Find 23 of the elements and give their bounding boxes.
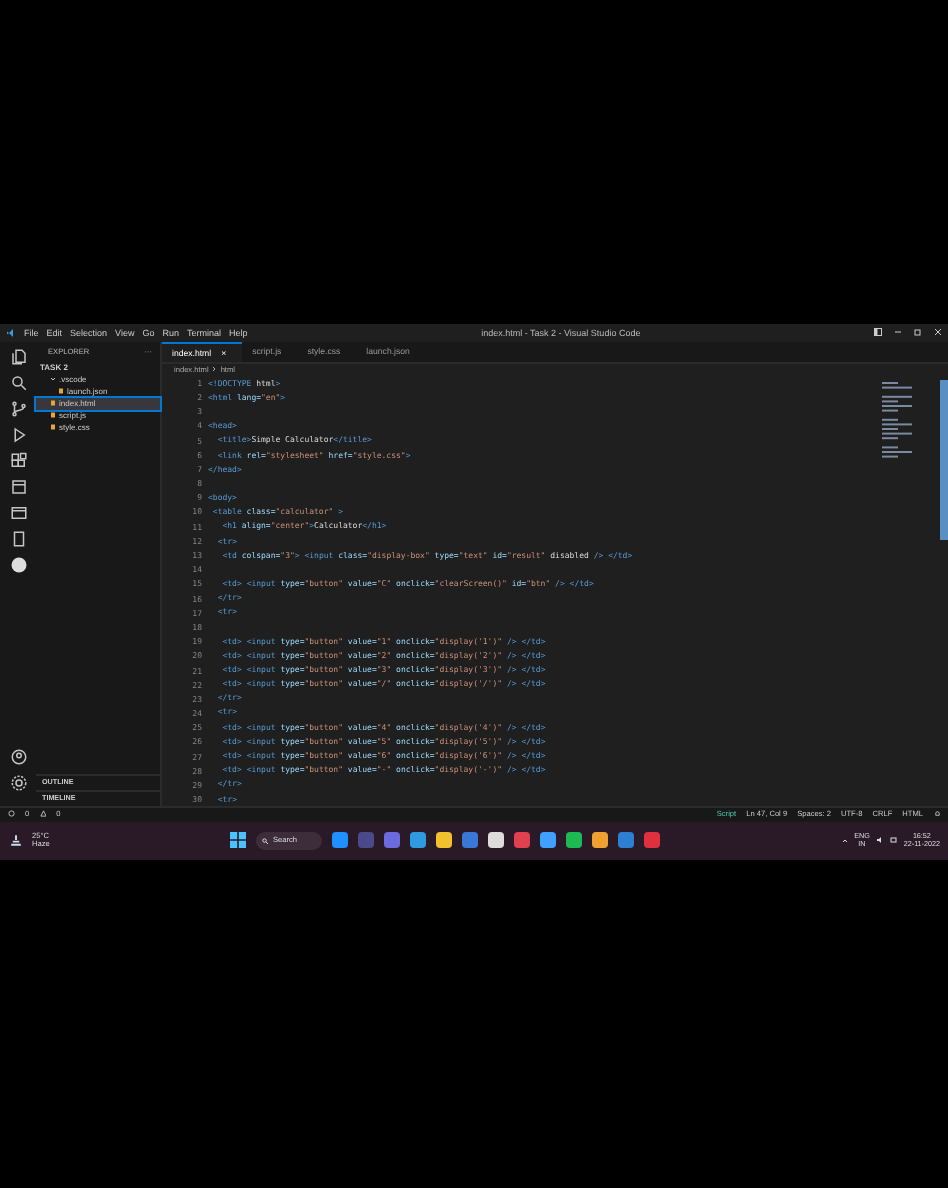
weather-icon [8,832,24,849]
error-icon[interactable] [8,810,15,818]
vscode-logo-icon [6,327,16,338]
close-icon[interactable] [934,328,942,337]
window-icon[interactable] [9,477,27,496]
warning-icon[interactable] [39,810,47,818]
battery-icon[interactable] [889,836,898,845]
tablet-icon[interactable] [9,529,27,548]
extensions-icon[interactable] [9,451,27,470]
files-icon[interactable] [9,347,27,366]
restore-icon[interactable] [914,328,922,337]
circle-icon[interactable] [9,555,27,574]
account-icon[interactable] [9,747,27,766]
search-icon[interactable] [9,373,27,392]
branch-icon[interactable] [9,399,27,418]
scrollbar-thumb[interactable] [940,379,948,540]
search-icon [262,837,269,844]
run-icon[interactable] [9,425,27,444]
window-icon[interactable] [9,503,27,522]
windows-icon[interactable] [230,832,247,849]
layout-icon[interactable] [874,328,882,337]
speaker-icon[interactable] [875,836,884,845]
settings-icon[interactable] [9,773,27,792]
